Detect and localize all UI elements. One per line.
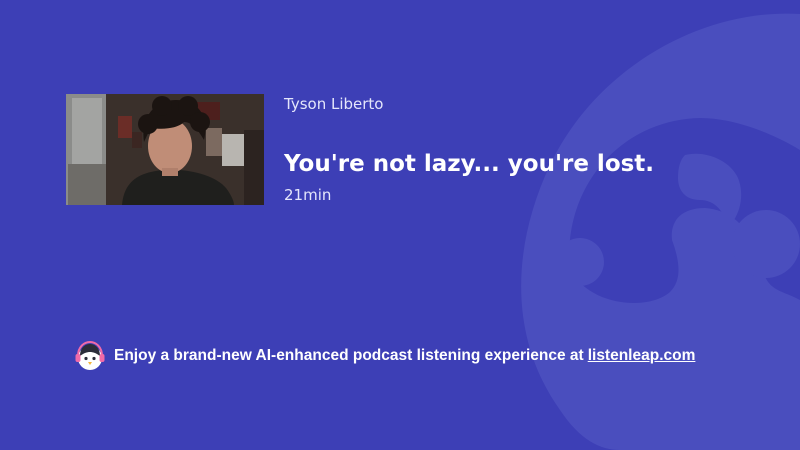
promo-banner: Enjoy a brand-new AI-enhanced podcast li… (74, 341, 695, 371)
episode-duration: 21min (284, 186, 332, 204)
promo-text: Enjoy a brand-new AI-enhanced podcast li… (114, 347, 584, 364)
episode-author[interactable]: Tyson Liberto (284, 94, 383, 114)
episode-card[interactable]: Tyson Liberto You're not lazy... you're … (66, 94, 726, 206)
episode-thumbnail[interactable] (66, 94, 264, 205)
listenleap-logo-watermark-icon (521, 13, 800, 450)
listenleap-link[interactable]: listenleap.com (588, 347, 696, 365)
episode-title[interactable]: You're not lazy... you're lost. (284, 149, 654, 179)
penguin-headphones-icon (75, 341, 105, 370)
episode-thumbnail-image (66, 94, 264, 205)
